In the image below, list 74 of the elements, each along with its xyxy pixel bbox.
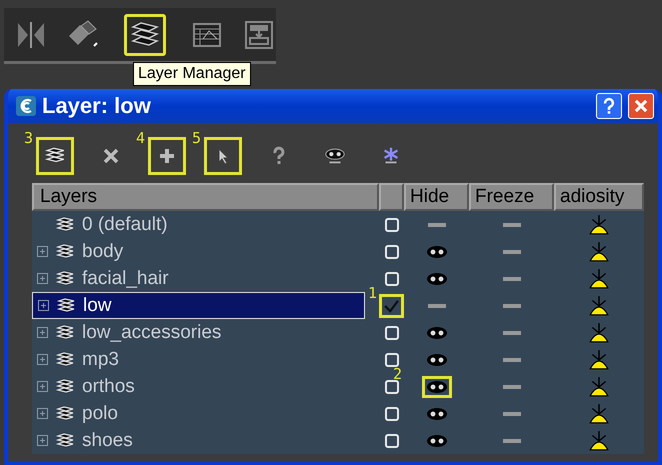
current-layer-checkbox[interactable]	[384, 406, 398, 420]
layer-row[interactable]: body	[32, 238, 379, 265]
layer-row[interactable]: polo	[32, 400, 379, 427]
radiosity-icon	[588, 214, 610, 236]
close-button[interactable]	[628, 93, 654, 119]
layer-name: shoes	[82, 430, 133, 452]
layer-row[interactable]: low	[32, 292, 365, 319]
layers-icon	[55, 378, 75, 394]
column-header[interactable]: Hide	[404, 183, 469, 211]
radiosity-icon	[588, 430, 610, 452]
expand-icon[interactable]	[37, 354, 48, 365]
layer-name: 0 (default)	[82, 214, 168, 236]
window-title: Layer: low	[42, 93, 151, 119]
expand-icon[interactable]	[37, 327, 48, 338]
radiosity-icon	[588, 376, 610, 398]
layers-icon	[55, 432, 75, 448]
layer-name: low	[83, 294, 112, 316]
help-button[interactable]	[596, 93, 622, 119]
layer-name: facial_hair	[82, 268, 169, 290]
layer-name: orthos	[82, 376, 135, 398]
tooltip: Layer Manager	[133, 62, 251, 86]
column-header[interactable]: adiosity	[554, 183, 644, 211]
current-layer-checkbox[interactable]	[384, 352, 398, 366]
radiosity-icon	[588, 348, 610, 370]
radiosity-icon	[588, 322, 610, 344]
layers-icon	[55, 406, 75, 422]
eye-icon	[324, 146, 346, 166]
current-layer-checkbox[interactable]	[384, 380, 398, 394]
expand-icon[interactable]	[38, 300, 49, 311]
layers-icon	[55, 270, 75, 286]
layers-icon	[55, 352, 75, 368]
layer-row[interactable]: orthos	[32, 373, 379, 400]
layer-row[interactable]: mp3	[32, 346, 379, 373]
layers-icon	[55, 216, 75, 232]
expand-icon[interactable]	[37, 246, 48, 257]
layer-row[interactable]: shoes	[32, 427, 379, 454]
layer-row[interactable]: 0 (default)	[32, 211, 379, 238]
layers-icon	[55, 324, 75, 340]
app-logo-icon	[16, 96, 36, 116]
current-layer-checkbox[interactable]	[379, 294, 404, 318]
radiosity-icon	[588, 294, 610, 316]
radiosity-icon	[588, 268, 610, 290]
expand-icon[interactable]	[37, 381, 48, 392]
current-layer-checkbox[interactable]	[384, 434, 398, 448]
layer-name: body	[82, 240, 124, 262]
callout-number: 2	[393, 365, 402, 383]
schematic-icon	[243, 18, 275, 50]
layer-row[interactable]: low_accessories	[32, 319, 379, 346]
column-header[interactable]	[379, 183, 404, 211]
tool-button[interactable]	[204, 137, 242, 175]
layers-icon	[56, 298, 76, 314]
layer-name: polo	[82, 402, 118, 424]
tool-button[interactable]	[36, 137, 74, 175]
layers-icon	[55, 244, 75, 260]
tool-button[interactable]	[148, 137, 186, 175]
toolbar-button[interactable]	[124, 14, 166, 56]
layer-name: mp3	[82, 348, 119, 370]
expand-icon[interactable]	[37, 435, 48, 446]
column-header[interactable]: Layers	[32, 183, 379, 211]
callout-number: 4	[136, 129, 146, 147]
callout-number: 1	[368, 284, 378, 302]
current-layer-checkbox[interactable]	[384, 272, 398, 286]
radiosity-icon	[588, 240, 610, 262]
close-icon	[632, 97, 650, 115]
expand-icon[interactable]	[37, 408, 48, 419]
callout-number: 3	[24, 129, 34, 147]
column-header[interactable]: Freeze	[469, 183, 554, 211]
layer-name: low_accessories	[82, 322, 222, 344]
current-layer-checkbox[interactable]	[384, 326, 398, 340]
callout-number: 5	[192, 129, 202, 147]
radiosity-icon	[588, 402, 610, 424]
expand-icon[interactable]	[37, 273, 48, 284]
current-layer-checkbox[interactable]	[384, 244, 398, 258]
current-layer-checkbox[interactable]	[384, 218, 398, 232]
